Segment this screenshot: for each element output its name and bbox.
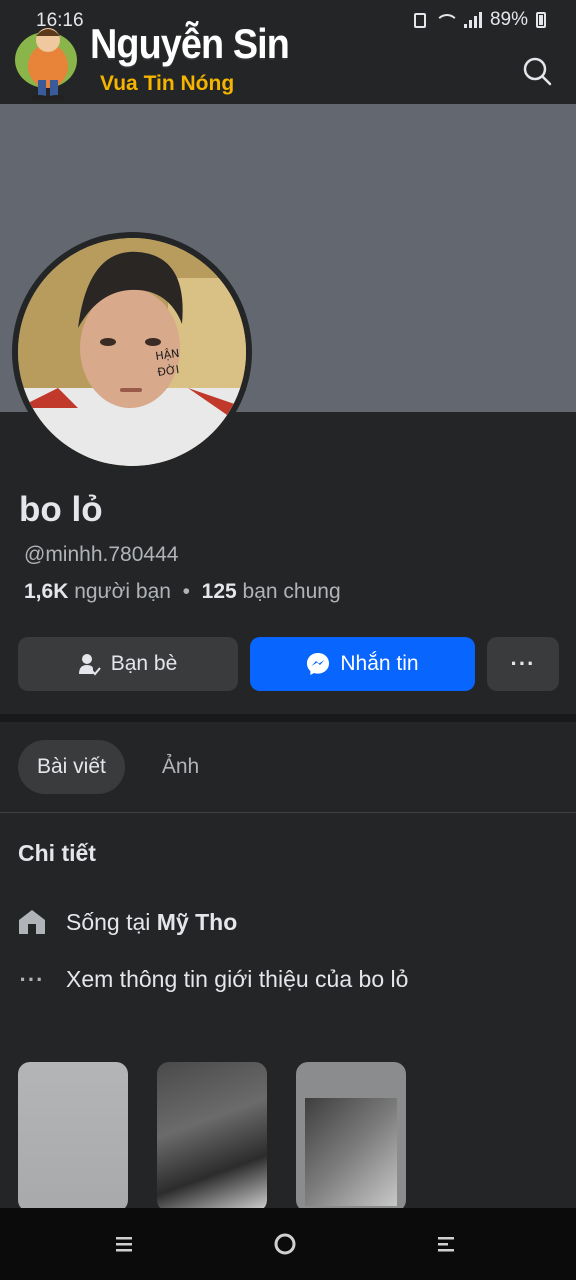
recent-apps-icon[interactable] [110, 1230, 138, 1258]
photo-thumb-3-image [305, 1098, 397, 1206]
photo-thumb-1[interactable] [18, 1062, 128, 1212]
more-options-button[interactable]: ··· [487, 637, 559, 691]
friends-summary[interactable]: 1,6K người bạn • 125 bạn chung [24, 580, 341, 604]
messenger-icon [307, 653, 330, 675]
avatar-photo: HẬN ĐỜI [18, 238, 246, 466]
section-divider [0, 714, 576, 722]
profile-avatar[interactable]: HẬN ĐỜI [12, 232, 252, 472]
top-bar: 16:16 89% Nguyễn Sin Vua Tin Nóng [0, 0, 576, 104]
friends-label: người bạn [74, 580, 171, 603]
back-nav-icon[interactable] [432, 1230, 460, 1258]
watermark-logo [15, 28, 77, 101]
friends-button-label: Bạn bè [110, 652, 178, 675]
tab-posts[interactable]: Bài viết [18, 740, 125, 794]
home-nav-icon[interactable] [271, 1230, 299, 1258]
separator-dot: • [176, 580, 196, 603]
mutual-count: 125 [201, 580, 237, 603]
lives-in-prefix: Sống tại [66, 908, 151, 935]
photo-thumb-3[interactable] [296, 1062, 406, 1212]
search-icon[interactable] [522, 56, 552, 86]
watermark-title: Nguyễn Sin [90, 20, 290, 67]
friend-check-icon [78, 654, 101, 676]
profile-actions: Bạn bè Nhắn tin ··· [18, 637, 559, 691]
friends-button[interactable]: Bạn bè [18, 637, 238, 691]
battery-icon [536, 12, 546, 28]
message-button[interactable]: Nhắn tin [250, 637, 475, 691]
tab-photos[interactable]: Ảnh [143, 740, 218, 794]
lives-in-text: Sống tại Mỹ Tho [66, 909, 237, 936]
profile-tabs: Bài viết Ảnh [18, 740, 218, 794]
signal-icon [463, 12, 482, 28]
system-nav-bar [0, 1208, 576, 1280]
wifi-icon [434, 12, 459, 28]
profile-name: bo lỏ [19, 490, 103, 529]
friends-count: 1,6K [24, 580, 69, 603]
house-icon [19, 910, 45, 934]
lives-in-place[interactable]: Mỹ Tho [157, 909, 238, 935]
message-button-label: Nhắn tin [340, 652, 419, 675]
profile-username: @minhh.780444 [24, 543, 179, 566]
more-dots-icon: ··· [510, 651, 536, 676]
battery-percent: 89% [489, 9, 528, 30]
watermark-subtitle: Vua Tin Nóng [100, 72, 235, 95]
about-link[interactable]: Xem thông tin giới thiệu của bo lỏ [66, 966, 408, 993]
tabs-divider [0, 812, 576, 813]
detail-see-about[interactable]: ··· Xem thông tin giới thiệu của bo lỏ [18, 966, 409, 993]
details-title: Chi tiết [18, 840, 96, 866]
more-dots-icon: ··· [19, 966, 45, 992]
sim-icon [413, 12, 426, 28]
photo-thumb-2[interactable] [157, 1062, 267, 1212]
detail-lives-in: Sống tại Mỹ Tho [18, 908, 237, 936]
avatar-drawing: HẬN ĐỜI [18, 238, 246, 466]
status-right: 89% [413, 9, 546, 31]
mutual-label: bạn chung [242, 580, 341, 603]
